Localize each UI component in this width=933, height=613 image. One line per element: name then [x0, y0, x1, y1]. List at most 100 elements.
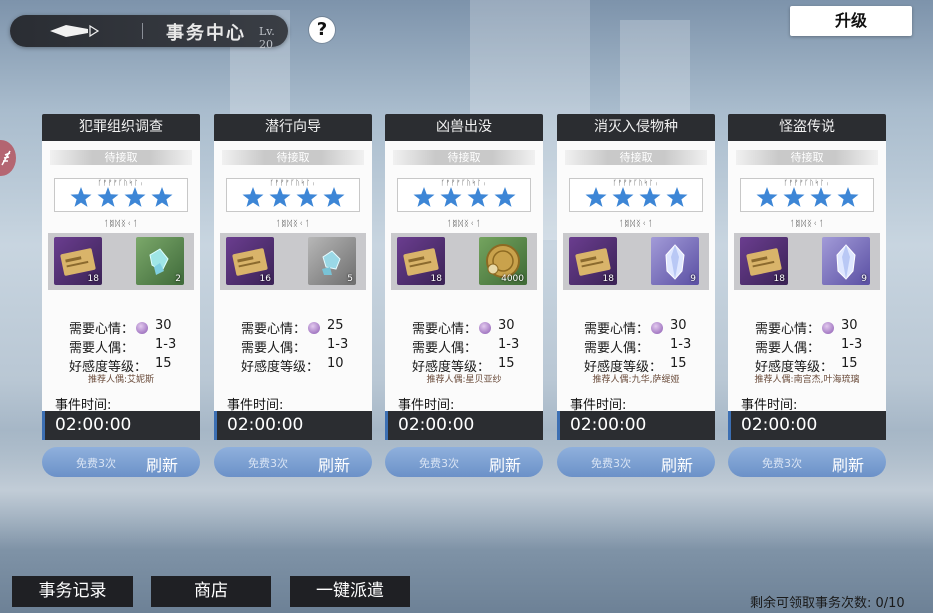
mood-icon: [651, 322, 664, 334]
affinity-value: 15: [155, 356, 172, 371]
dolls-label: 需要人偶：: [412, 341, 478, 356]
mood-icon: [822, 322, 835, 334]
mood-label: 需要心情：: [755, 322, 821, 337]
page-title: 事务中心: [166, 23, 246, 44]
feather-icon: [1, 150, 11, 166]
dolls-value: 1-3: [155, 337, 177, 352]
reward-item[interactable]: 4000: [479, 237, 527, 285]
refresh-button[interactable]: 免费3次 刷新: [42, 447, 200, 477]
commission-card[interactable]: 消灭入侵物种 待接取 ᚴᚠᚡᚠᚵᚢᛋᛚᛧ ᛐᛥᛞᛝᚲᛐ 18 9 需要心情： 3…: [557, 114, 715, 440]
title-bar: 事务中心 Lv. 20: [10, 15, 288, 51]
star-icon: [639, 187, 661, 207]
free-refresh-count: 免费3次: [762, 457, 802, 470]
card-body: 待接取 ᚴᚠᚡᚠᚵᚢᛋᛚᛧ ᛐᛥᛞᛝᚲᛐ 18 9 需要心情： 30 需要人偶：…: [728, 141, 886, 440]
free-refresh-count: 免费3次: [419, 457, 459, 470]
affinity-value: 15: [498, 356, 515, 371]
refresh-label: 刷新: [832, 456, 865, 475]
refresh-button[interactable]: 免费3次 刷新: [728, 447, 886, 477]
side-drawer-tab[interactable]: [0, 140, 16, 176]
reward-count: 9: [690, 274, 696, 284]
affinity-label: 好感度等级：: [241, 360, 320, 375]
reward-count: 9: [861, 274, 867, 284]
star-icon: [837, 187, 859, 207]
mood-requirement: 需要心情： 25: [241, 318, 344, 337]
reward-item[interactable]: 18: [54, 237, 102, 285]
status-badge: 待接取: [50, 150, 192, 165]
rank-stars: [585, 187, 688, 207]
reward-item[interactable]: 9: [822, 237, 870, 285]
rank-box: ᚴᚠᚡᚠᚵᚢᛋᛚᛧ: [569, 178, 703, 212]
reward-box: 18 9: [563, 233, 709, 290]
card-title: 犯罪组织调查: [42, 114, 200, 141]
dispatch-all-button[interactable]: 一键派遣: [290, 576, 410, 607]
back-arrow-icon[interactable]: [48, 23, 108, 39]
affinity-value: 15: [670, 356, 687, 371]
reward-box: 18 2: [48, 233, 194, 290]
reward-item[interactable]: 18: [740, 237, 788, 285]
reward-item[interactable]: 18: [397, 237, 445, 285]
star-icon: [467, 187, 489, 207]
mood-label: 需要心情：: [584, 322, 650, 337]
event-time-value: 02:00:00: [214, 411, 372, 440]
reward-count: 18: [430, 274, 442, 284]
star-icon: [97, 187, 119, 207]
reward-count: 18: [87, 274, 99, 284]
reward-item[interactable]: 9: [651, 237, 699, 285]
reward-item[interactable]: 18: [569, 237, 617, 285]
star-icon: [413, 187, 435, 207]
dolls-requirement: 需要人偶： 1-3: [241, 337, 348, 356]
mood-label: 需要心情：: [69, 322, 135, 337]
recommended-dolls: 推荐人偶:艾妮斯: [87, 375, 155, 385]
dolls-value: 1-3: [498, 337, 520, 352]
title-divider: [142, 23, 143, 39]
reward-item[interactable]: 2: [136, 237, 184, 285]
reward-count: 5: [347, 274, 353, 284]
rank-box: ᚴᚠᚡᚠᚵᚢᛋᛚᛧ: [54, 178, 188, 212]
free-refresh-count: 免费3次: [248, 457, 288, 470]
refresh-label: 刷新: [146, 456, 179, 475]
recommended-dolls: 推荐人偶:南宫杰,叶海琉璃: [754, 375, 860, 385]
refresh-label: 刷新: [318, 456, 351, 475]
refresh-button[interactable]: 免费3次 刷新: [557, 447, 715, 477]
shop-button[interactable]: 商店: [151, 576, 271, 607]
mood-icon: [308, 322, 321, 334]
star-icon: [612, 187, 634, 207]
rank-stars: [242, 187, 345, 207]
card-body: 待接取 ᚴᚠᚡᚠᚵᚢᛋᛚᛧ ᛐᛥᛞᛝᚲᛐ 18 2 需要心情： 30 需要人偶：…: [42, 141, 200, 440]
refresh-button[interactable]: 免费3次 刷新: [214, 447, 372, 477]
reward-item[interactable]: 16: [226, 237, 274, 285]
rank-box: ᚴᚠᚡᚠᚵᚢᛋᛚᛧ: [397, 178, 531, 212]
status-badge: 待接取: [736, 150, 878, 165]
reward-item[interactable]: 5: [308, 237, 356, 285]
rank-runes-bottom: ᛐᛥᛞᛝᚲᛐ: [446, 219, 482, 228]
refresh-button[interactable]: 免费3次 刷新: [385, 447, 543, 477]
commission-card[interactable]: 潜行向导 待接取 ᚴᚠᚡᚠᚵᚢᛋᛚᛧ ᛐᛥᛞᛝᚲᛐ 16 5 需要心情： 25 …: [214, 114, 372, 440]
rank-stars: [413, 187, 516, 207]
mood-value: 25: [327, 318, 344, 333]
mood-value: 30: [841, 318, 858, 333]
dolls-value: 1-3: [327, 337, 349, 352]
mood-value: 30: [155, 318, 172, 333]
records-button[interactable]: 事务记录: [12, 576, 133, 607]
dolls-value: 1-3: [670, 337, 692, 352]
commission-card[interactable]: 犯罪组织调查 待接取 ᚴᚠᚡᚠᚵᚢᛋᛚᛧ ᛐᛥᛞᛝᚲᛐ 18 2 需要心情： 3…: [42, 114, 200, 440]
upgrade-button[interactable]: 升级: [790, 6, 912, 36]
card-title: 凶兽出没: [385, 114, 543, 141]
star-icon: [124, 187, 146, 207]
star-icon: [323, 187, 345, 207]
affinity-value: 15: [841, 356, 858, 371]
rank-runes-bottom: ᛐᛥᛞᛝᚲᛐ: [789, 219, 825, 228]
rank-stars: [756, 187, 859, 207]
help-button[interactable]: ?: [309, 17, 335, 43]
dolls-label: 需要人偶：: [241, 341, 307, 356]
star-icon: [242, 187, 264, 207]
dolls-value: 1-3: [841, 337, 863, 352]
commission-card[interactable]: 凶兽出没 待接取 ᚴᚠᚡᚠᚵᚢᛋᛚᛧ ᛐᛥᛞᛝᚲᛐ 18 4000 需要心情： …: [385, 114, 543, 440]
mood-requirement: 需要心情： 30: [69, 318, 172, 337]
mood-icon: [479, 322, 492, 334]
star-icon: [269, 187, 291, 207]
commission-card[interactable]: 怪盗传说 待接取 ᚴᚠᚡᚠᚵᚢᛋᛚᛧ ᛐᛥᛞᛝᚲᛐ 18 9 需要心情： 30 …: [728, 114, 886, 440]
affinity-requirement: 好感度等级： 10: [241, 356, 344, 375]
card-title: 消灭入侵物种: [557, 114, 715, 141]
star-icon: [810, 187, 832, 207]
